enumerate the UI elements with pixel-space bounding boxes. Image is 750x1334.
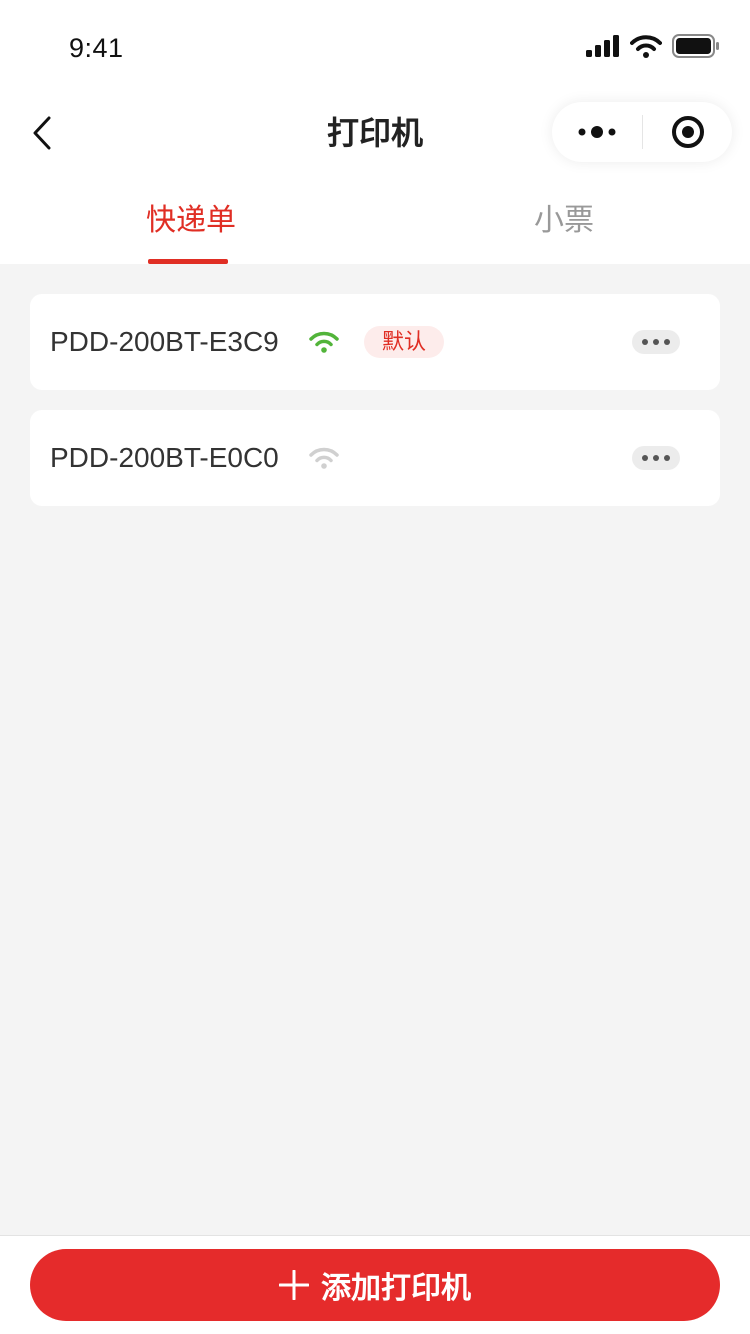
dot xyxy=(642,339,648,345)
wifi-status-icon xyxy=(630,34,662,58)
battery-icon xyxy=(672,34,719,58)
default-badge: 默认 xyxy=(364,326,444,358)
capsule-more-button[interactable] xyxy=(552,102,642,162)
dot xyxy=(664,339,670,345)
printer-name: PDD-200BT-E3C9 xyxy=(50,326,279,357)
add-printer-button[interactable]: 添加打印机 xyxy=(30,1249,720,1321)
target-close-icon xyxy=(671,116,704,148)
tab-express-waybill[interactable]: 快递单 xyxy=(146,196,236,246)
mini-program-capsule xyxy=(552,102,732,162)
signal-icon xyxy=(586,35,619,57)
printer-name: PDD-200BT-E0C0 xyxy=(50,442,279,473)
add-printer-label: 添加打印机 xyxy=(321,1272,471,1305)
wifi-disconnected-icon xyxy=(309,447,339,469)
capsule-close-button[interactable] xyxy=(643,102,732,162)
status-time: 9:41 xyxy=(69,33,124,63)
printer-card[interactable]: PDD-200BT-E3C9 默认 xyxy=(30,294,720,390)
printer-more-button[interactable] xyxy=(632,446,680,470)
footer-bar: 添加打印机 xyxy=(0,1235,750,1334)
plus-icon xyxy=(279,1270,309,1300)
dot xyxy=(664,455,670,461)
printer-card[interactable]: PDD-200BT-E0C0 xyxy=(30,410,720,506)
wifi-connected-icon xyxy=(309,331,339,353)
dot xyxy=(653,339,659,345)
dot xyxy=(642,455,648,461)
more-dots-icon xyxy=(578,126,616,138)
tab-receipt[interactable]: 小票 xyxy=(534,196,594,246)
printer-more-button[interactable] xyxy=(632,330,680,354)
dot xyxy=(653,455,659,461)
active-tab-indicator xyxy=(148,259,228,264)
status-icons xyxy=(586,32,720,60)
